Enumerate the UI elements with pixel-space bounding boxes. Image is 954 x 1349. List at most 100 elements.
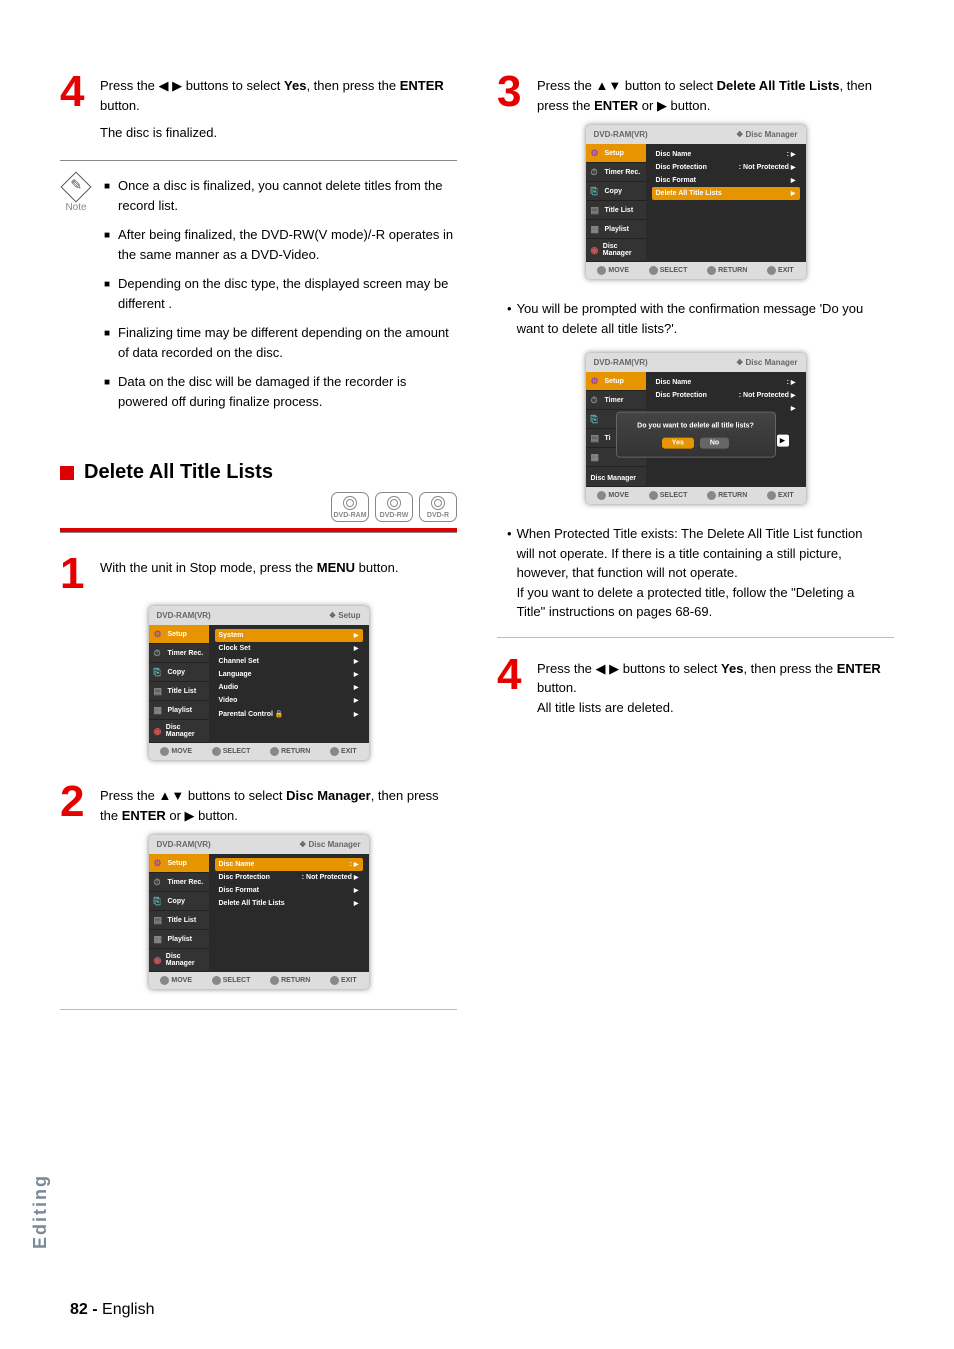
foot-exit: EXIT [330,976,357,985]
section-title: Delete All Title Lists [84,461,273,484]
note-item: After being finalized, the DVD-RW(V mode… [104,225,457,264]
menu-item: Audio [215,681,363,694]
step-1: 1 With the unit in Stop mode, press the … [60,552,457,596]
confirm-dialog: Do you want to delete all title lists? Y… [616,411,776,457]
play-icon: ▶ [777,434,789,446]
foot-return: RETURN [707,491,747,500]
foot-return: RETURN [707,266,747,275]
sidebar-item-copy: Copy [149,892,209,911]
step-2: 2 Press the ▲▼ buttons to select Disc Ma… [60,780,457,825]
sidebar-item-timer: Timer Rec. [149,644,209,663]
sidebar-item-timer: Timer Rec. [149,873,209,892]
foot-move: MOVE [597,491,629,500]
menu-item: Disc Protection: Not Protected [652,161,800,174]
foot-move: MOVE [597,266,629,275]
dialog-message: Do you want to delete all title lists? [629,422,763,429]
menu-item: Disc Name: [652,148,800,161]
sidebar-item-playlist: Playlist [149,930,209,949]
menu-item: Disc Name: [652,376,800,389]
foot-select: SELECT [649,491,688,500]
divider [60,1009,457,1010]
foot-move: MOVE [160,747,192,756]
sidebar-item-copy: Copy [586,182,646,201]
foot-exit: EXIT [767,491,794,500]
dvd-ram-icon: DVD-RAM [331,492,369,522]
note-list: Once a disc is finalized, you cannot del… [104,176,457,421]
step-number: 4 [60,70,88,115]
step-number: 2 [60,780,88,825]
sidebar-item-setup: Setup [586,144,646,163]
section-underline [60,528,457,532]
menu-item: Delete All Title Lists [215,897,363,910]
dvd-r-icon: DVD-R [419,492,457,522]
menu-item: Disc Protection: Not Protected [215,871,363,884]
osd-delete-all: DVD-RAM(VR)❖ Disc Manager Setup Timer Re… [586,125,806,279]
sidebar-item-setup: Setup [149,625,209,644]
step-number: 3 [497,70,525,115]
page-lang: English [102,1301,154,1318]
menu-item-selected: Delete All Title Lists [652,187,800,200]
dialog-no-button: No [700,437,729,448]
foot-select: SELECT [212,976,251,985]
sidebar-item-discmanager: Disc Manager [586,239,646,262]
note-block: Note Once a disc is finalized, you canno… [60,160,457,421]
step-4-right: 4 Press the ◀ ▶ buttons to select Yes, t… [497,653,894,718]
note-item: Depending on the disc type, the displaye… [104,274,457,313]
menu-item: Disc Format [215,884,363,897]
sidebar-item-playlist: Playlist [586,220,646,239]
side-tab-editing: Editing [30,1174,51,1249]
step-text: Press the ▲▼ button to select Delete All… [537,70,894,115]
sidebar-item-discmanager: Disc Manager [586,467,646,487]
foot-return: RETURN [270,976,310,985]
sidebar-item-timer: Timer [586,391,646,410]
menu-item: Language [215,668,363,681]
sidebar-item-copy: Copy [149,663,209,682]
sidebar-item-discmanager: Disc Manager [149,949,209,972]
osd-confirm-dialog: DVD-RAM(VR)❖ Disc Manager Setup Timer Ti… [586,353,806,504]
disc-badges: DVD-RAM DVD-RW DVD-R [60,492,457,522]
sidebar-item-playlist: Playlist [149,701,209,720]
note-label: Note [60,202,92,213]
step-text: Press the ▲▼ buttons to select Disc Mana… [100,780,457,825]
protected-title-text: When Protected Title exists: The Delete … [507,524,884,622]
section-header: Delete All Title Lists [60,461,457,484]
note-icon [60,171,91,202]
sidebar-item-timer: Timer Rec. [586,163,646,182]
step-4-left: 4 Press the ◀ ▶ buttons to select Yes, t… [60,70,457,115]
menu-item: Video [215,694,363,707]
menu-item: System [215,629,363,642]
note-item: Once a disc is finalized, you cannot del… [104,176,457,215]
note-item: Finalizing time may be different dependi… [104,323,457,362]
step-text: Press the ◀ ▶ buttons to select Yes, the… [537,653,894,718]
step-sub: The disc is finalized. [100,125,457,140]
sidebar-item-titlelist: Title List [149,911,209,930]
note-item: Data on the disc will be damaged if the … [104,372,457,411]
foot-move: MOVE [160,976,192,985]
step-number: 4 [497,653,525,718]
confirmation-text: You will be prompted with the confirmati… [507,299,884,338]
page-number: 82 - [70,1301,98,1318]
foot-select: SELECT [212,747,251,756]
sidebar-item-setup: Setup [149,854,209,873]
section-square-icon [60,466,74,480]
foot-return: RETURN [270,747,310,756]
sidebar-item-titlelist: Title List [149,682,209,701]
step-text: Press the ◀ ▶ buttons to select Yes, the… [100,70,457,115]
sidebar-item-discmanager: Disc Manager [149,720,209,743]
page-footer: 82 - English [70,1301,155,1319]
menu-item: Clock Set [215,642,363,655]
menu-item: Disc Protection: Not Protected [652,389,800,402]
sidebar-item-setup: Setup [586,372,646,391]
menu-item: Channel Set [215,655,363,668]
foot-exit: EXIT [330,747,357,756]
divider [497,637,894,638]
osd-setup-menu: DVD-RAM(VR)❖ Setup Setup Timer Rec. Copy… [149,606,369,760]
menu-item: Parental Control [215,707,363,721]
sidebar-item-titlelist: Title List [586,201,646,220]
menu-item: Disc Name: [215,858,363,871]
step-text: With the unit in Stop mode, press the ME… [100,552,398,596]
osd-disc-manager: DVD-RAM(VR)❖ Disc Manager Setup Timer Re… [149,835,369,989]
foot-exit: EXIT [767,266,794,275]
step-number: 1 [60,552,88,596]
menu-item: Disc Format [652,174,800,187]
